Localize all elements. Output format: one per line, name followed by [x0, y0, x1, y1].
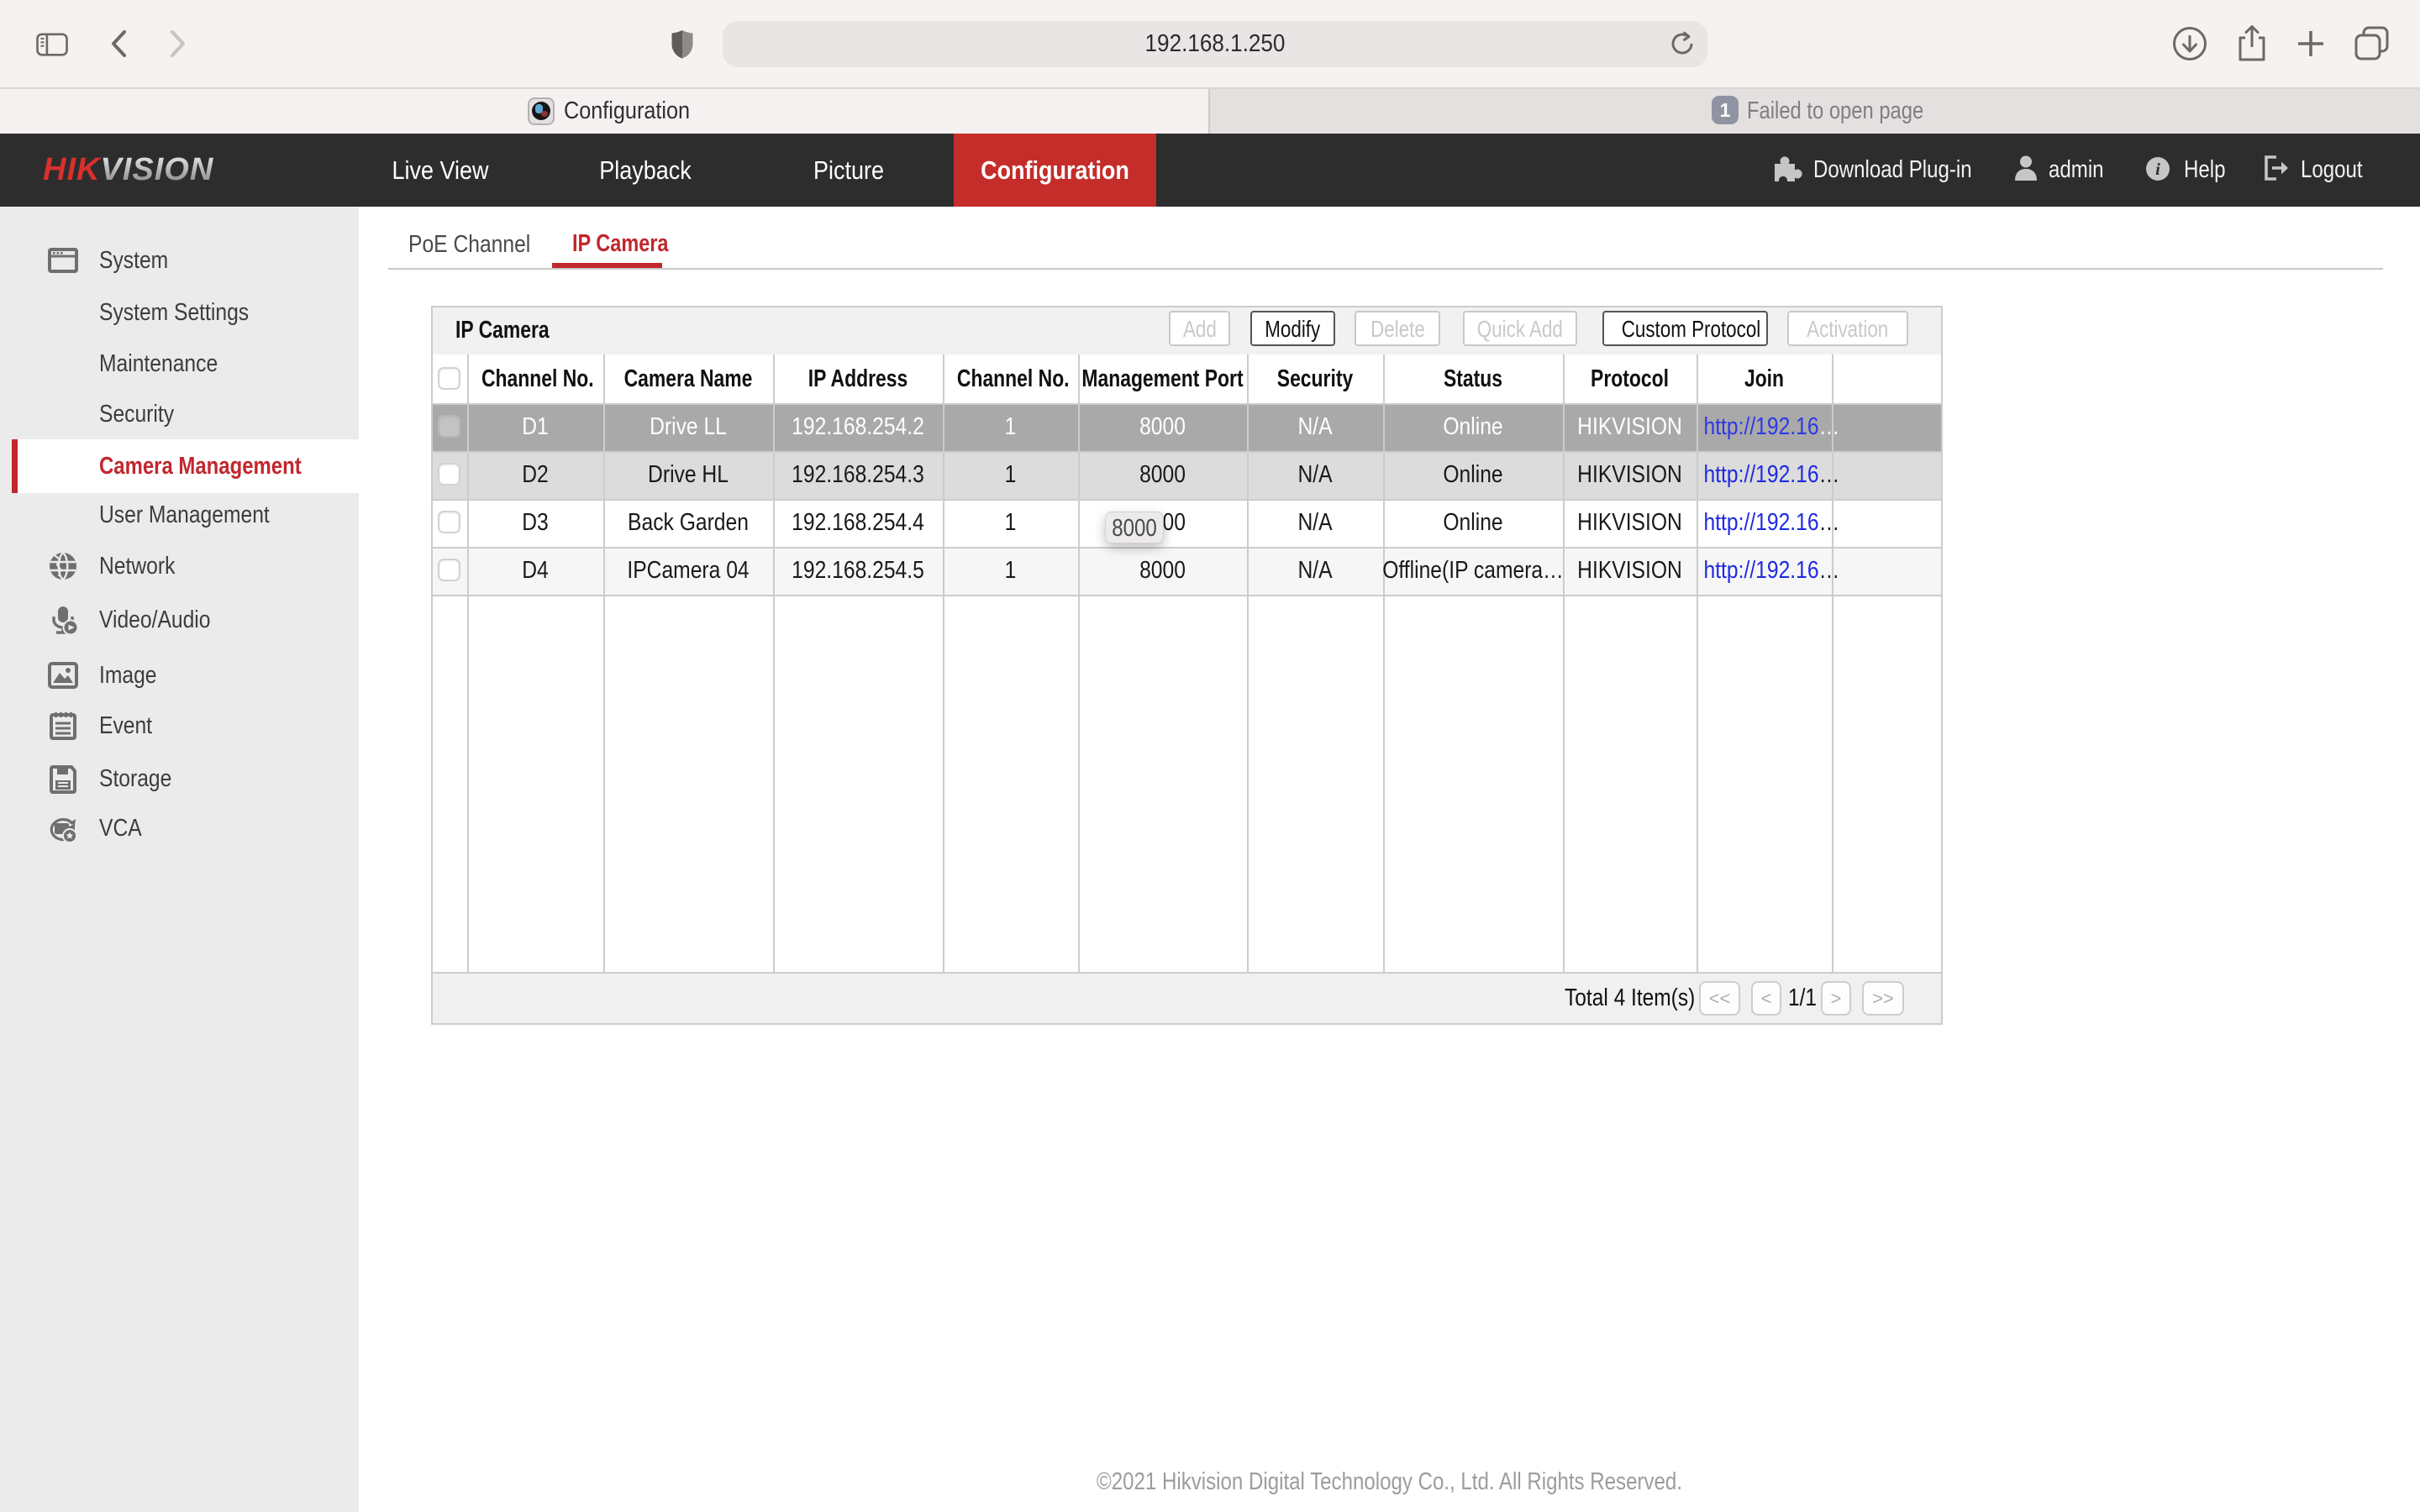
svg-text:i: i [2155, 160, 2160, 179]
